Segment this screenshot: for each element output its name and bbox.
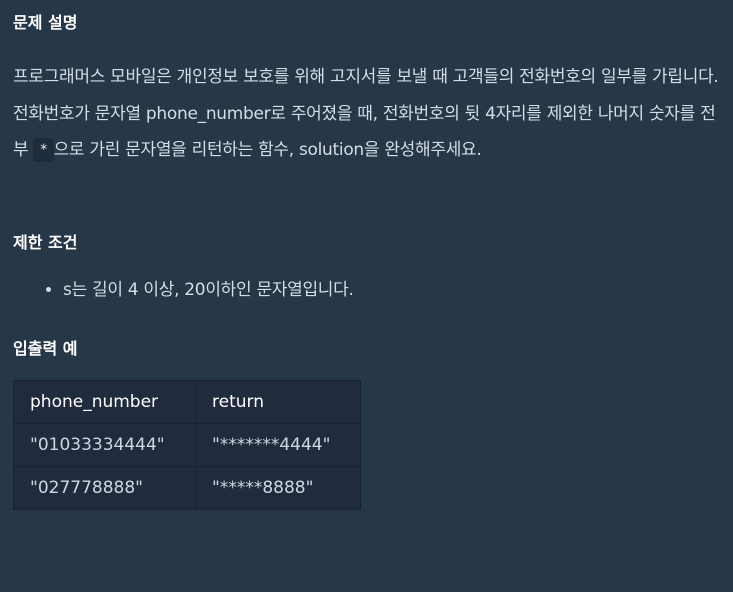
table-cell: "*****8888" — [195, 466, 361, 510]
description-paragraph-1: 프로그래머스 모바일은 개인정보 보호를 위해 고지서를 보낼 때 고객들의 전… — [13, 67, 719, 87]
table-cell: "*******4444" — [195, 423, 361, 467]
table-cell: "01033334444" — [13, 423, 196, 467]
description-text: 으로 가린 문자열을 리턴하는 함수, solution을 완성해주세요. — [53, 140, 482, 160]
description-paragraph-2: 전화번호가 문자열 phone_number로 주어졌을 때, 전화번호의 뒷 … — [13, 96, 729, 169]
table-header-phone-number: phone_number — [13, 380, 196, 424]
table-header-row: phone_number return — [13, 380, 361, 424]
section-title-problem: 문제 설명 — [13, 13, 78, 32]
io-example-table: phone_number return "01033334444" "*****… — [13, 380, 361, 510]
constraint-item: s는 길이 4 이상, 20이하인 문자열입니다. — [63, 272, 354, 308]
inline-code-asterisk: * — [33, 138, 54, 162]
section-title-constraints: 제한 조건 — [13, 233, 78, 252]
table-row: "01033334444" "*******4444" — [13, 423, 361, 467]
problem-description: 프로그래머스 모바일은 개인정보 보호를 위해 고지서를 보낼 때 고객들의 전… — [13, 59, 729, 169]
section-title-io-examples: 입출력 예 — [13, 339, 78, 358]
table-row: "027778888" "*****8888" — [13, 466, 361, 510]
table-cell: "027778888" — [13, 466, 196, 510]
table-header-return: return — [195, 380, 361, 424]
constraints-list: s는 길이 4 이상, 20이하인 문자열입니다. — [13, 272, 354, 308]
